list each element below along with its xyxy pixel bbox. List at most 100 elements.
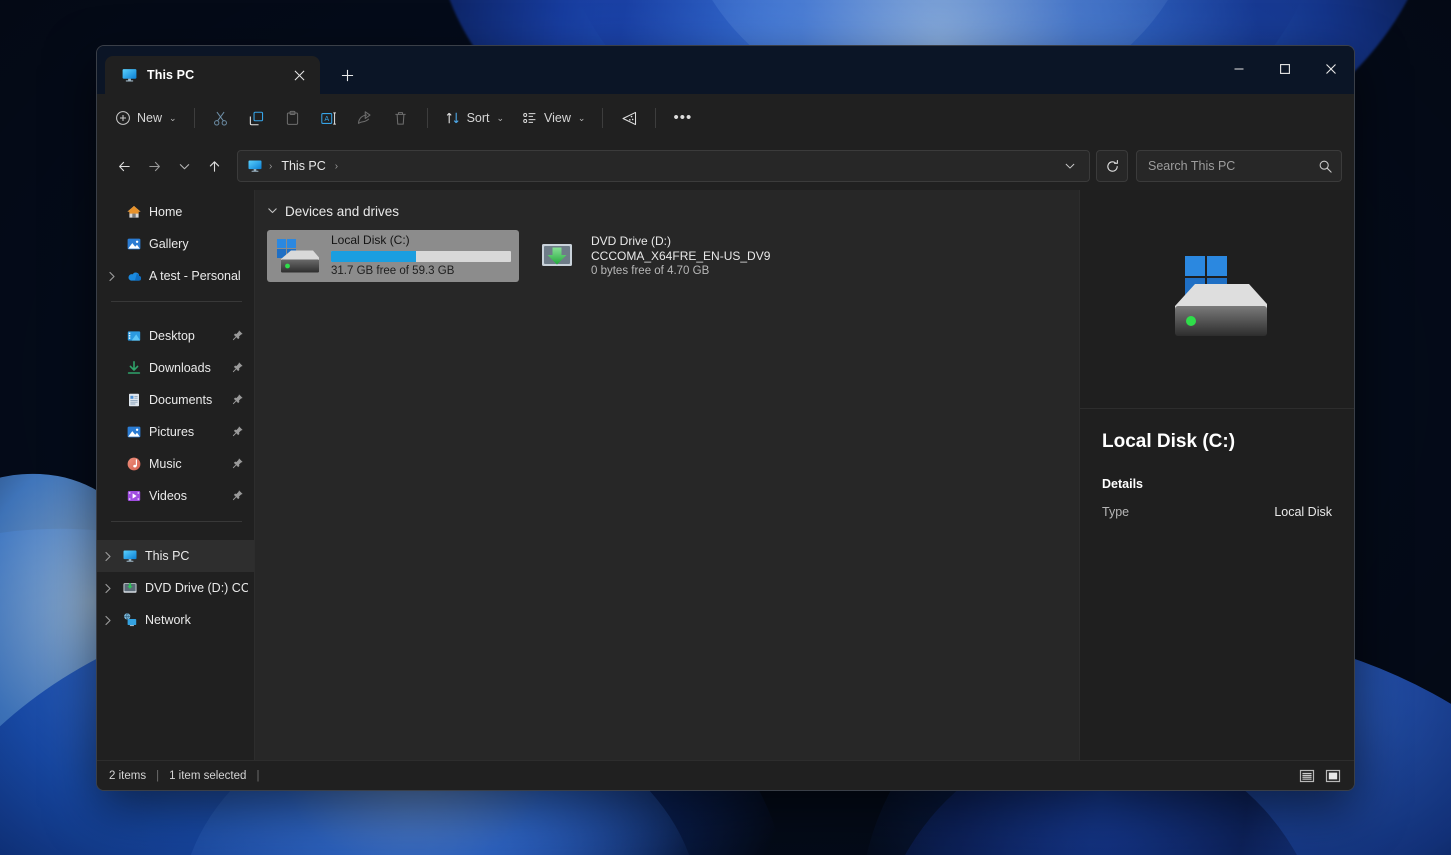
chevron-down-icon: ⌄ — [578, 113, 586, 124]
status-separator-trailing: | — [256, 770, 259, 782]
pin-icon[interactable] — [232, 457, 244, 472]
filter-button[interactable] — [612, 102, 646, 134]
recent-locations-button[interactable] — [169, 151, 199, 181]
home-icon — [123, 204, 145, 220]
sidebar-item-documents[interactable]: Documents — [101, 384, 250, 416]
view-button[interactable]: View ⌄ — [514, 102, 593, 134]
copy-icon — [248, 110, 265, 127]
sidebar-item-label: Home — [145, 205, 244, 219]
toolbar-divider-1 — [194, 108, 195, 128]
minimize-button[interactable] — [1216, 46, 1262, 92]
drive-tile-dvd-drive-d[interactable]: DVD Drive (D:) CCCOMA_X64FRE_EN-US_DV9 0… — [527, 230, 779, 282]
sidebar-item-desktop[interactable]: Desktop — [101, 320, 250, 352]
large-icons-view-button[interactable] — [1322, 766, 1344, 786]
sidebar-item-home[interactable]: Home — [101, 196, 250, 228]
refresh-button[interactable] — [1096, 150, 1128, 182]
dvd-drive-icon — [119, 580, 141, 596]
search-icon[interactable] — [1318, 159, 1333, 174]
pin-icon[interactable] — [232, 425, 244, 440]
sidebar-item-downloads[interactable]: Downloads — [101, 352, 250, 384]
forward-button[interactable] — [139, 151, 169, 181]
documents-icon — [123, 392, 145, 408]
delete-button[interactable] — [384, 102, 418, 134]
search-input[interactable] — [1148, 159, 1318, 173]
details-section-label: Details — [1102, 477, 1332, 491]
view-icon — [522, 110, 538, 126]
chevron-right-icon[interactable] — [97, 551, 119, 562]
tab-this-pc[interactable]: This PC — [105, 56, 320, 94]
chevron-right-icon[interactable] — [97, 615, 119, 626]
drive-tiles: Local Disk (C:) 31.7 GB free of 59.3 GB — [267, 230, 1079, 282]
sidebar-item-label: Videos — [145, 489, 232, 503]
close-tab-button[interactable] — [286, 62, 312, 88]
close-window-button[interactable] — [1308, 46, 1354, 92]
sidebar-item-music[interactable]: Music — [101, 448, 250, 480]
arrow-right-icon — [147, 159, 162, 174]
sidebar-item-gallery[interactable]: Gallery — [101, 228, 250, 260]
maximize-button[interactable] — [1262, 46, 1308, 92]
status-bar: 2 items | 1 item selected | — [97, 760, 1354, 790]
file-list-pane[interactable]: Devices and drives — [255, 190, 1079, 760]
chevron-right-icon[interactable] — [101, 271, 123, 282]
trash-icon — [392, 110, 409, 127]
paste-button[interactable] — [276, 102, 310, 134]
tab-title: This PC — [147, 68, 277, 82]
up-button[interactable] — [199, 151, 229, 181]
sidebar-item-label: A test - Personal — [145, 269, 244, 283]
search-box[interactable] — [1136, 150, 1342, 182]
pin-icon[interactable] — [232, 361, 244, 376]
this-pc-monitor-icon — [119, 548, 141, 564]
drive-tile-text: DVD Drive (D:) CCCOMA_X64FRE_EN-US_DV9 0… — [591, 234, 771, 279]
new-button[interactable]: New ⌄ — [107, 102, 185, 134]
cut-button[interactable] — [204, 102, 238, 134]
address-dropdown-button[interactable] — [1057, 153, 1083, 179]
chevron-right-icon[interactable] — [97, 583, 119, 594]
sidebar-item-dvd-drive[interactable]: DVD Drive (D:) CCC — [97, 572, 254, 604]
group-header-label: Devices and drives — [285, 204, 399, 219]
group-header-devices-and-drives[interactable]: Devices and drives — [267, 198, 1079, 224]
toolbar-divider-4 — [655, 108, 656, 128]
see-more-button[interactable]: ••• — [665, 102, 700, 134]
new-button-label: New — [137, 111, 162, 125]
address-bar[interactable]: › This PC › — [237, 150, 1090, 182]
window-controls — [1216, 46, 1354, 92]
capacity-bar — [331, 251, 511, 262]
toolbar-divider-3 — [602, 108, 603, 128]
sort-button[interactable]: Sort ⌄ — [437, 102, 512, 134]
sidebar-item-this-pc[interactable]: This PC — [97, 540, 254, 572]
sidebar-item-label: Downloads — [145, 361, 232, 375]
sidebar-item-a-test-personal[interactable]: A test - Personal — [101, 260, 250, 292]
breadcrumb-this-pc[interactable]: This PC — [275, 156, 331, 176]
details-view-button[interactable] — [1296, 766, 1318, 786]
pin-icon[interactable] — [232, 393, 244, 408]
music-icon — [123, 456, 145, 472]
drive-capacity-text: 0 bytes free of 4.70 GB — [591, 264, 771, 279]
chevron-down-icon: ⌄ — [497, 113, 505, 124]
sidebar-item-pictures[interactable]: Pictures — [101, 416, 250, 448]
pin-icon[interactable] — [232, 329, 244, 344]
sidebar-item-videos[interactable]: Videos — [101, 480, 250, 512]
share-button[interactable] — [348, 102, 382, 134]
back-button[interactable] — [109, 151, 139, 181]
dvd-drive-icon — [535, 239, 581, 273]
details-body: Local Disk (C:) Details Type Local Disk — [1080, 409, 1354, 528]
rename-button[interactable]: A — [312, 102, 346, 134]
command-toolbar: New ⌄ — [97, 94, 1354, 142]
sidebar-item-network[interactable]: Network — [97, 604, 254, 636]
preview-area — [1080, 190, 1354, 409]
sidebar-spacer — [97, 311, 254, 320]
pin-icon[interactable] — [232, 489, 244, 504]
sidebar-item-label: Documents — [145, 393, 232, 407]
details-row-value: Local Disk — [1274, 505, 1332, 519]
copy-button[interactable] — [240, 102, 274, 134]
sidebar-divider-2 — [111, 521, 242, 522]
chevron-down-icon[interactable] — [267, 205, 278, 218]
close-icon — [294, 70, 305, 81]
tile-view-icon — [1325, 769, 1341, 783]
drive-tile-local-disk-c[interactable]: Local Disk (C:) 31.7 GB free of 59.3 GB — [267, 230, 519, 282]
sort-icon — [445, 110, 461, 126]
chevron-down-icon — [178, 160, 191, 173]
svg-text:A: A — [324, 114, 329, 123]
new-tab-button[interactable] — [330, 58, 364, 92]
breadcrumb-separator-trailing[interactable]: › — [334, 161, 339, 172]
